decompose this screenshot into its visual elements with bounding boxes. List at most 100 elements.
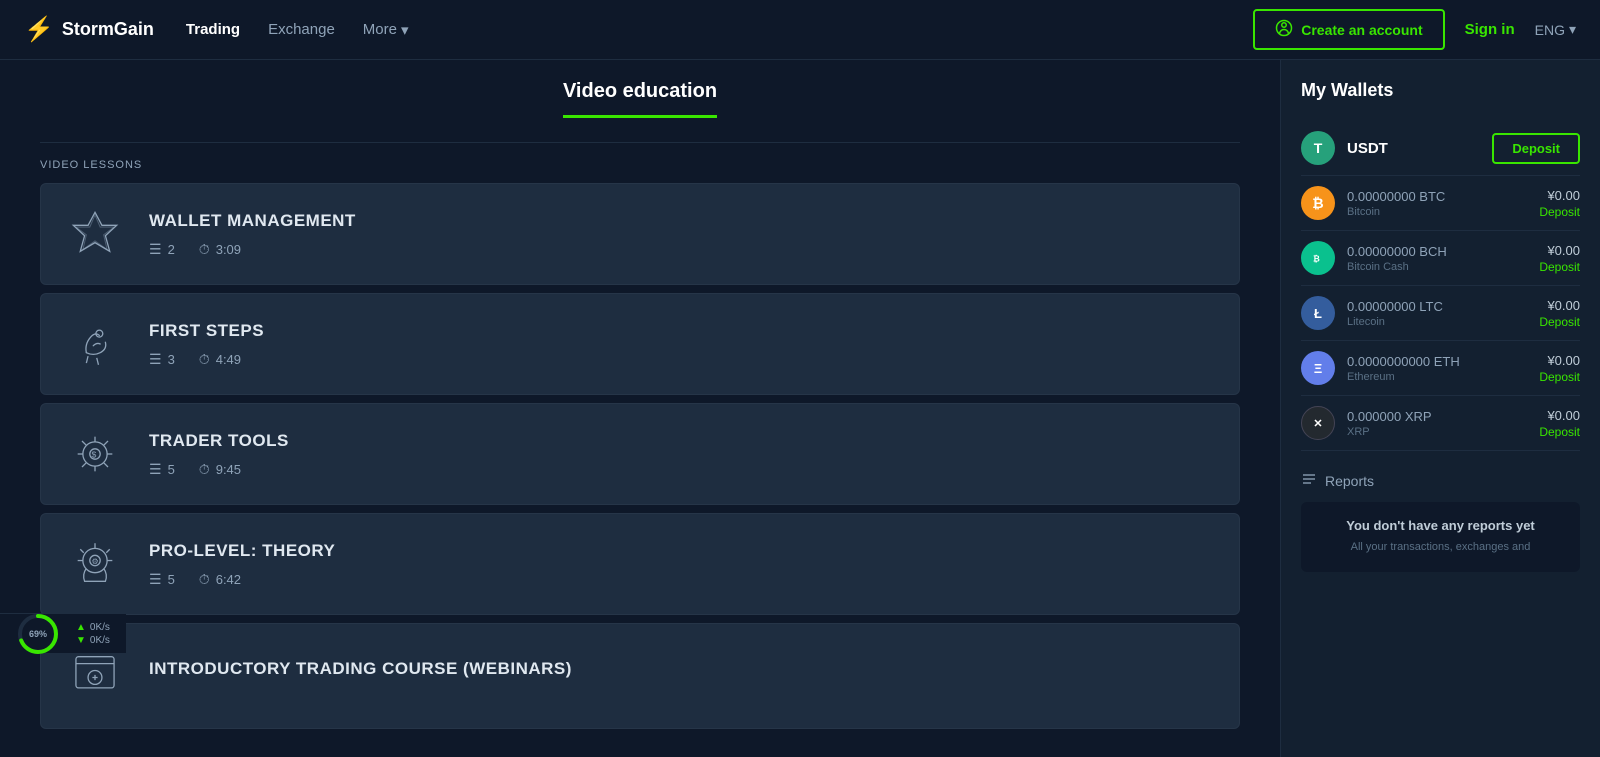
page-title-section: Video education bbox=[40, 80, 1240, 118]
lesson-count: ☰ 2 bbox=[149, 241, 175, 258]
list-icon: ☰ bbox=[149, 461, 162, 478]
wallet-management-icon bbox=[65, 204, 125, 264]
lesson-duration: ⏱ 9:45 bbox=[199, 461, 241, 478]
reports-icon bbox=[1301, 471, 1317, 490]
bch-coin-name: Bitcoin Cash bbox=[1347, 261, 1527, 273]
lesson-title: WALLET MANAGEMENT bbox=[149, 211, 1215, 231]
lesson-meta: ☰ 5 ⏱ 6:42 bbox=[149, 571, 1215, 588]
lesson-info: INTRODUCTORY TRADING COURSE (WEBINARS) bbox=[149, 659, 1215, 689]
eth-coin-name: Ethereum bbox=[1347, 371, 1527, 383]
clock-icon: ⏱ bbox=[199, 571, 210, 588]
xrp-deposit-link[interactable]: Deposit bbox=[1539, 425, 1580, 439]
download-arrow-icon: ▼ bbox=[76, 635, 86, 646]
xrp-wallet-info: 0.000000 XRP XRP bbox=[1347, 409, 1527, 438]
svg-text:₿: ₿ bbox=[1313, 253, 1320, 263]
create-account-button[interactable]: Create an account bbox=[1253, 9, 1444, 50]
usdt-wallet-row: T USDT Deposit bbox=[1301, 121, 1580, 176]
xrp-coin-name: XRP bbox=[1347, 426, 1527, 438]
lesson-card-introductory[interactable]: INTRODUCTORY TRADING COURSE (WEBINARS) bbox=[40, 623, 1240, 729]
lesson-card-trader-tools[interactable]: $ TRADER TOOLS ☰ 5 ⏱ 9:45 bbox=[40, 403, 1240, 505]
btc-deposit-link[interactable]: Deposit bbox=[1539, 205, 1580, 219]
lesson-meta: ☰ 3 ⏱ 4:49 bbox=[149, 351, 1215, 368]
lesson-duration: ⏱ 3:09 bbox=[199, 241, 241, 258]
nav-more[interactable]: More ▾ bbox=[363, 21, 409, 39]
sidebar-title: My Wallets bbox=[1301, 80, 1580, 101]
bch-deposit-link[interactable]: Deposit bbox=[1539, 260, 1580, 274]
list-icon: ☰ bbox=[149, 351, 162, 368]
list-icon: ☰ bbox=[149, 241, 162, 258]
introductory-icon bbox=[65, 644, 125, 704]
btc-coin-icon: ₿ bbox=[1301, 186, 1335, 220]
logo[interactable]: ⚡ StormGain bbox=[24, 15, 154, 44]
sign-in-link[interactable]: Sign in bbox=[1465, 21, 1515, 38]
ltc-amount: 0.00000000 LTC bbox=[1347, 299, 1527, 314]
chevron-down-icon: ▾ bbox=[401, 21, 409, 39]
status-bar: 69% ▲ 0K/s ▼ 0K/s bbox=[0, 613, 126, 653]
lesson-meta: ☰ 5 ⏱ 9:45 bbox=[149, 461, 1215, 478]
bch-coin-icon: ₿ bbox=[1301, 241, 1335, 275]
lesson-card-wallet-management[interactable]: WALLET MANAGEMENT ☰ 2 ⏱ 3:09 bbox=[40, 183, 1240, 285]
ltc-coin-name: Litecoin bbox=[1347, 316, 1527, 328]
btc-balance: ¥0.00 Deposit bbox=[1539, 188, 1580, 219]
download-speed: ▼ 0K/s bbox=[76, 635, 110, 646]
lesson-title: INTRODUCTORY TRADING COURSE (WEBINARS) bbox=[149, 659, 1215, 679]
first-steps-icon bbox=[65, 314, 125, 374]
eth-balance: ¥0.00 Deposit bbox=[1539, 353, 1580, 384]
eth-deposit-link[interactable]: Deposit bbox=[1539, 370, 1580, 384]
ltc-balance: ¥0.00 Deposit bbox=[1539, 298, 1580, 329]
nav-exchange[interactable]: Exchange bbox=[268, 21, 335, 38]
main-nav: Trading Exchange More ▾ bbox=[186, 21, 1221, 39]
ltc-wallet-info: 0.00000000 LTC Litecoin bbox=[1347, 299, 1527, 328]
clock-icon: ⏱ bbox=[199, 461, 210, 478]
xrp-balance: ¥0.00 Deposit bbox=[1539, 408, 1580, 439]
lesson-info: WALLET MANAGEMENT ☰ 2 ⏱ 3:09 bbox=[149, 211, 1215, 258]
svg-text:$: $ bbox=[92, 449, 97, 459]
language-selector[interactable]: ENG ▾ bbox=[1535, 21, 1576, 38]
usdt-name: USDT bbox=[1347, 140, 1480, 157]
trader-tools-icon: $ bbox=[65, 424, 125, 484]
lesson-info: TRADER TOOLS ☰ 5 ⏱ 9:45 bbox=[149, 431, 1215, 478]
page-title: Video education bbox=[563, 80, 717, 118]
eth-coin-icon: Ξ bbox=[1301, 351, 1335, 385]
reports-header: Reports bbox=[1301, 471, 1580, 490]
btc-wallet-row: ₿ 0.00000000 BTC Bitcoin ¥0.00 Deposit bbox=[1301, 176, 1580, 231]
content-area: Video education VIDEO LESSONS WALLET MAN… bbox=[0, 60, 1280, 757]
bch-wallet-row: ₿ 0.00000000 BCH Bitcoin Cash ¥0.00 Depo… bbox=[1301, 231, 1580, 286]
main-content: Video education VIDEO LESSONS WALLET MAN… bbox=[0, 60, 1600, 757]
xrp-wallet-row: ✕ 0.000000 XRP XRP ¥0.00 Deposit bbox=[1301, 396, 1580, 451]
lesson-title: TRADER TOOLS bbox=[149, 431, 1215, 451]
speed-gauge: 69% bbox=[16, 612, 60, 656]
ltc-coin-icon: Ł bbox=[1301, 296, 1335, 330]
title-divider bbox=[40, 142, 1240, 143]
btc-wallet-info: 0.00000000 BTC Bitcoin bbox=[1347, 189, 1527, 218]
lesson-info: PRO-LEVEL: THEORY ☰ 5 ⏱ 6:42 bbox=[149, 541, 1215, 588]
header: ⚡ StormGain Trading Exchange More ▾ Crea… bbox=[0, 0, 1600, 60]
usdt-coin-icon: T bbox=[1301, 131, 1335, 165]
lesson-card-first-steps[interactable]: FIRST STEPS ☰ 3 ⏱ 4:49 bbox=[40, 293, 1240, 395]
usdt-deposit-button[interactable]: Deposit bbox=[1492, 133, 1580, 164]
user-circle-icon bbox=[1275, 19, 1293, 40]
lesson-card-pro-level[interactable]: ⚙ PRO-LEVEL: THEORY ☰ 5 ⏱ 6:42 bbox=[40, 513, 1240, 615]
logo-icon: ⚡ bbox=[24, 15, 54, 44]
lesson-info: FIRST STEPS ☰ 3 ⏱ 4:49 bbox=[149, 321, 1215, 368]
lesson-title: FIRST STEPS bbox=[149, 321, 1215, 341]
list-icon: ☰ bbox=[149, 571, 162, 588]
upload-speed: ▲ 0K/s bbox=[76, 622, 110, 633]
speed-values: ▲ 0K/s ▼ 0K/s bbox=[76, 622, 110, 646]
btc-amount: 0.00000000 BTC bbox=[1347, 189, 1527, 204]
reports-section: Reports You don't have any reports yet A… bbox=[1301, 471, 1580, 572]
eth-wallet-info: 0.0000000000 ETH Ethereum bbox=[1347, 354, 1527, 383]
lesson-count: ☰ 3 bbox=[149, 351, 175, 368]
lesson-meta: ☰ 2 ⏱ 3:09 bbox=[149, 241, 1215, 258]
ltc-deposit-link[interactable]: Deposit bbox=[1539, 315, 1580, 329]
reports-label: Reports bbox=[1325, 473, 1374, 489]
ltc-wallet-row: Ł 0.00000000 LTC Litecoin ¥0.00 Deposit bbox=[1301, 286, 1580, 341]
lesson-duration: ⏱ 4:49 bbox=[199, 351, 241, 368]
xrp-coin-icon: ✕ bbox=[1301, 406, 1335, 440]
gauge-label: 69% bbox=[29, 629, 47, 639]
lesson-duration: ⏱ 6:42 bbox=[199, 571, 241, 588]
lesson-count: ☰ 5 bbox=[149, 461, 175, 478]
reports-empty-desc: All your transactions, exchanges and bbox=[1317, 539, 1564, 556]
pro-level-icon: ⚙ bbox=[65, 534, 125, 594]
nav-trading[interactable]: Trading bbox=[186, 21, 240, 38]
